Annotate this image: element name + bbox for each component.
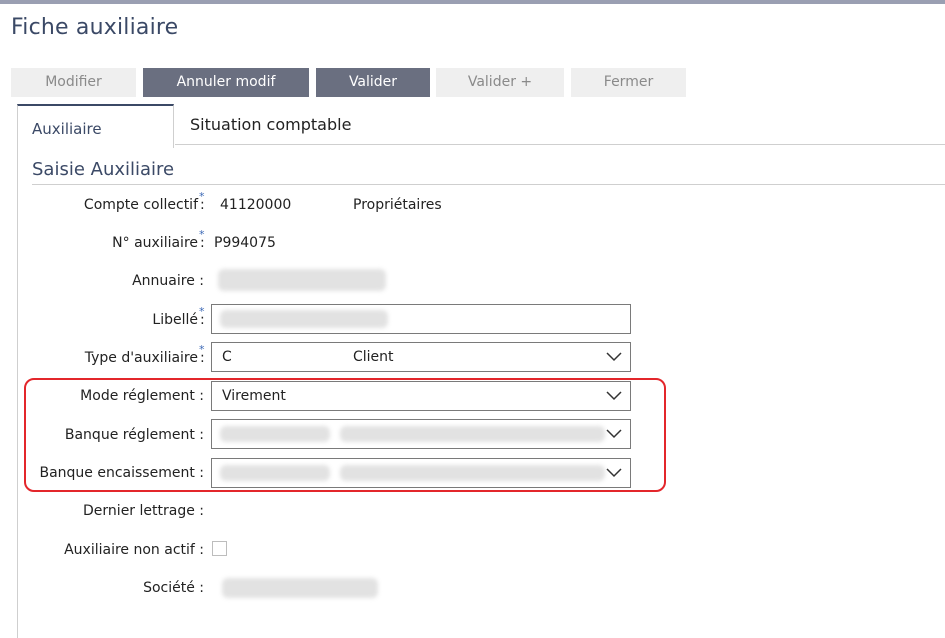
page-title: Fiche auxiliaire: [11, 15, 179, 40]
no-auxiliaire-label: N° auxiliaire: [112, 235, 198, 251]
type-auxiliaire-label: Type d'auxiliaire: [84, 350, 198, 366]
compte-collectif-label: Compte collectif: [83, 197, 198, 213]
content-border: [17, 148, 18, 638]
modifier-button[interactable]: Modifier: [11, 68, 136, 97]
chevron-down-icon[interactable]: [606, 351, 622, 363]
colon: :: [200, 312, 205, 328]
banque-encaissement-label: Banque encaissement :: [39, 465, 204, 481]
top-accent-bar: [0, 0, 945, 4]
banque-reglement-code-redacted: [220, 426, 330, 442]
banque-reglement-label: Banque réglement :: [64, 427, 204, 443]
compte-collectif-code: 41120000: [220, 197, 292, 213]
fermer-button[interactable]: Fermer: [571, 68, 686, 97]
annuaire-value-redacted: [218, 269, 386, 291]
colon: :: [200, 350, 205, 366]
chevron-down-icon[interactable]: [606, 467, 622, 479]
libelle-label: Libellé: [152, 312, 198, 328]
libelle-value-redacted: [220, 310, 388, 328]
annuler-modif-button[interactable]: Annuler modif: [143, 68, 309, 97]
libelle-input[interactable]: [211, 304, 631, 334]
auxiliaire-non-actif-label: Auxiliaire non actif :: [64, 542, 204, 558]
societe-value-redacted: [222, 578, 378, 598]
type-auxiliaire-name: Client: [353, 349, 394, 365]
mode-reglement-label: Mode réglement :: [80, 388, 204, 404]
colon: :: [200, 235, 205, 251]
section-divider: [32, 184, 945, 185]
type-auxiliaire-select[interactable]: C Client: [211, 342, 631, 372]
mode-reglement-value: Virement: [222, 388, 286, 404]
auxiliaire-non-actif-checkbox[interactable]: [212, 541, 227, 556]
banque-encaissement-name-redacted: [340, 465, 605, 481]
tab-situation-comptable[interactable]: Situation comptable: [190, 115, 351, 134]
no-auxiliaire-value: P994075: [214, 235, 276, 251]
valider-plus-button[interactable]: Valider +: [436, 68, 564, 97]
banque-reglement-name-redacted: [340, 426, 605, 442]
mode-reglement-select[interactable]: Virement: [211, 381, 631, 411]
chevron-down-icon[interactable]: [606, 428, 622, 440]
type-auxiliaire-code: C: [222, 349, 232, 365]
valider-button[interactable]: Valider: [316, 68, 430, 97]
tab-auxiliaire-label: Auxiliaire: [32, 120, 102, 138]
societe-label: Société :: [143, 580, 204, 596]
tabs-divider: [175, 144, 945, 145]
compte-collectif-name: Propriétaires: [353, 197, 442, 213]
tab-auxiliaire[interactable]: Auxiliaire: [17, 104, 174, 148]
section-title: Saisie Auxiliaire: [32, 159, 175, 180]
annuaire-label: Annuaire :: [132, 273, 204, 289]
banque-encaissement-select[interactable]: [211, 458, 631, 488]
banque-reglement-select[interactable]: [211, 419, 631, 449]
chevron-down-icon[interactable]: [606, 390, 622, 402]
dernier-lettrage-label: Dernier lettrage :: [83, 503, 204, 519]
banque-encaissement-code-redacted: [220, 465, 330, 481]
colon: :: [200, 197, 205, 213]
